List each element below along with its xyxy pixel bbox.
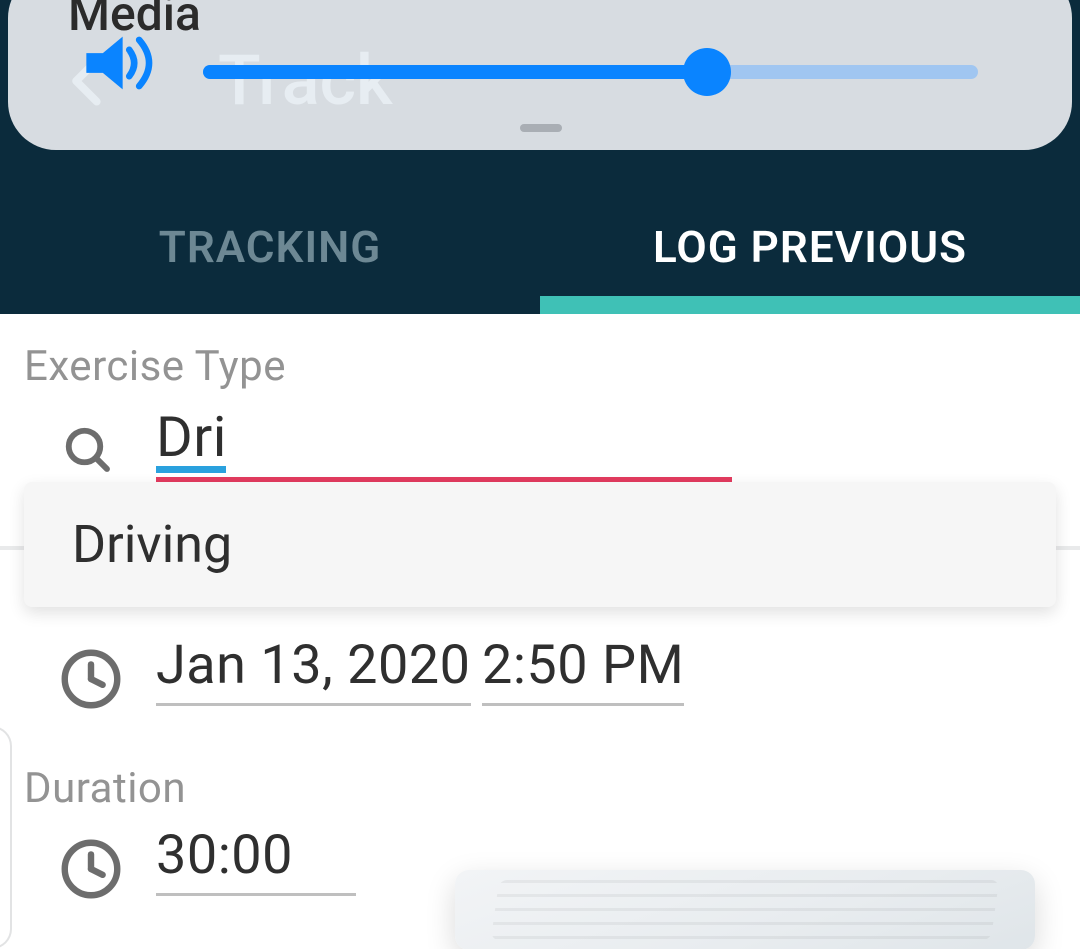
search-icon: [62, 424, 116, 482]
start-date-field[interactable]: Jan 13, 2020: [156, 634, 471, 706]
tab-tracking[interactable]: TRACKING: [0, 180, 540, 314]
clock-icon: [56, 644, 126, 718]
volume-slider-thumb[interactable]: [683, 48, 731, 96]
autocomplete-item-driving[interactable]: Driving: [72, 514, 1008, 575]
duration-field[interactable]: 30:00: [156, 824, 356, 896]
panel-drag-handle[interactable]: [520, 124, 562, 132]
clock-icon: [56, 834, 126, 908]
exercise-type-label: Exercise Type: [24, 342, 286, 391]
volume-icon: [78, 30, 164, 100]
text-selection-indicator: [156, 466, 226, 473]
page-title: Track: [218, 40, 393, 122]
tab-log-previous[interactable]: LOG PREVIOUS: [540, 180, 1080, 314]
volume-slider-fill: [203, 65, 707, 79]
tab-active-indicator: [540, 296, 1080, 314]
media-volume-panel: Media Track: [8, 0, 1072, 150]
autocomplete-dropdown: Driving: [24, 482, 1056, 607]
floating-preview-card[interactable]: [455, 870, 1035, 949]
start-time-row: Jan 13, 2020 2:50 PM: [0, 634, 1080, 744]
adjacent-panel-edge: [0, 726, 12, 949]
start-time-field[interactable]: 2:50 PM: [482, 634, 684, 706]
exercise-type-input[interactable]: Dri: [156, 404, 732, 476]
tab-bar: TRACKING LOG PREVIOUS: [0, 180, 1080, 314]
content-area: Exercise Type Dri Driving Jan 13, 2020 2…: [0, 314, 1080, 949]
duration-label: Duration: [24, 764, 186, 813]
